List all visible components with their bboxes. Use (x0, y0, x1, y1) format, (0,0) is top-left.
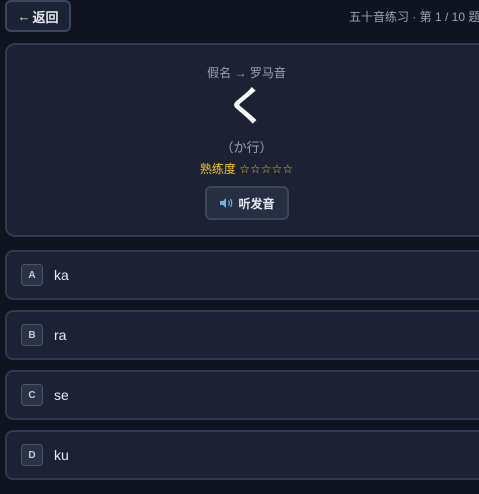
option-text: ku (54, 447, 69, 463)
option-letter: B (21, 324, 43, 346)
listen-label: 听发音 (238, 196, 275, 211)
mastery-label: 熟练度 (199, 162, 236, 176)
kana-character: く (226, 85, 267, 129)
question-card: 假名 → 罗马音 く （か行） 熟练度 ☆☆☆☆☆ 听发音 (5, 43, 479, 237)
kana-row-label: （か行） (220, 140, 273, 155)
option-d[interactable]: D ku (5, 430, 479, 480)
quiz-page: ← 返回 五十音练习 · 第 1 / 10 题 假名 → 罗马音 く （か行） … (0, 0, 479, 494)
option-text: ra (54, 327, 67, 343)
option-letter: A (21, 264, 43, 286)
question-type: 假名 → 罗马音 (207, 66, 286, 80)
mastery-stars: ☆☆☆☆☆ (239, 162, 294, 176)
mastery-rating: 熟练度 ☆☆☆☆☆ (7, 160, 479, 177)
option-letter: D (21, 444, 43, 466)
option-text: se (54, 387, 69, 403)
back-button[interactable]: ← 返回 (5, 0, 71, 32)
back-arrow-icon: ← (17, 8, 31, 24)
option-letter: C (21, 384, 43, 406)
speaker-icon (220, 198, 233, 208)
option-text: ka (54, 267, 69, 283)
listen-button[interactable]: 听发音 (205, 186, 289, 220)
option-c[interactable]: C se (5, 370, 479, 420)
option-a[interactable]: A ka (5, 250, 479, 300)
option-b[interactable]: B ra (5, 310, 479, 360)
progress-text: 五十音练习 · 第 1 / 10 题 (349, 10, 479, 24)
back-label: 返回 (32, 9, 59, 25)
